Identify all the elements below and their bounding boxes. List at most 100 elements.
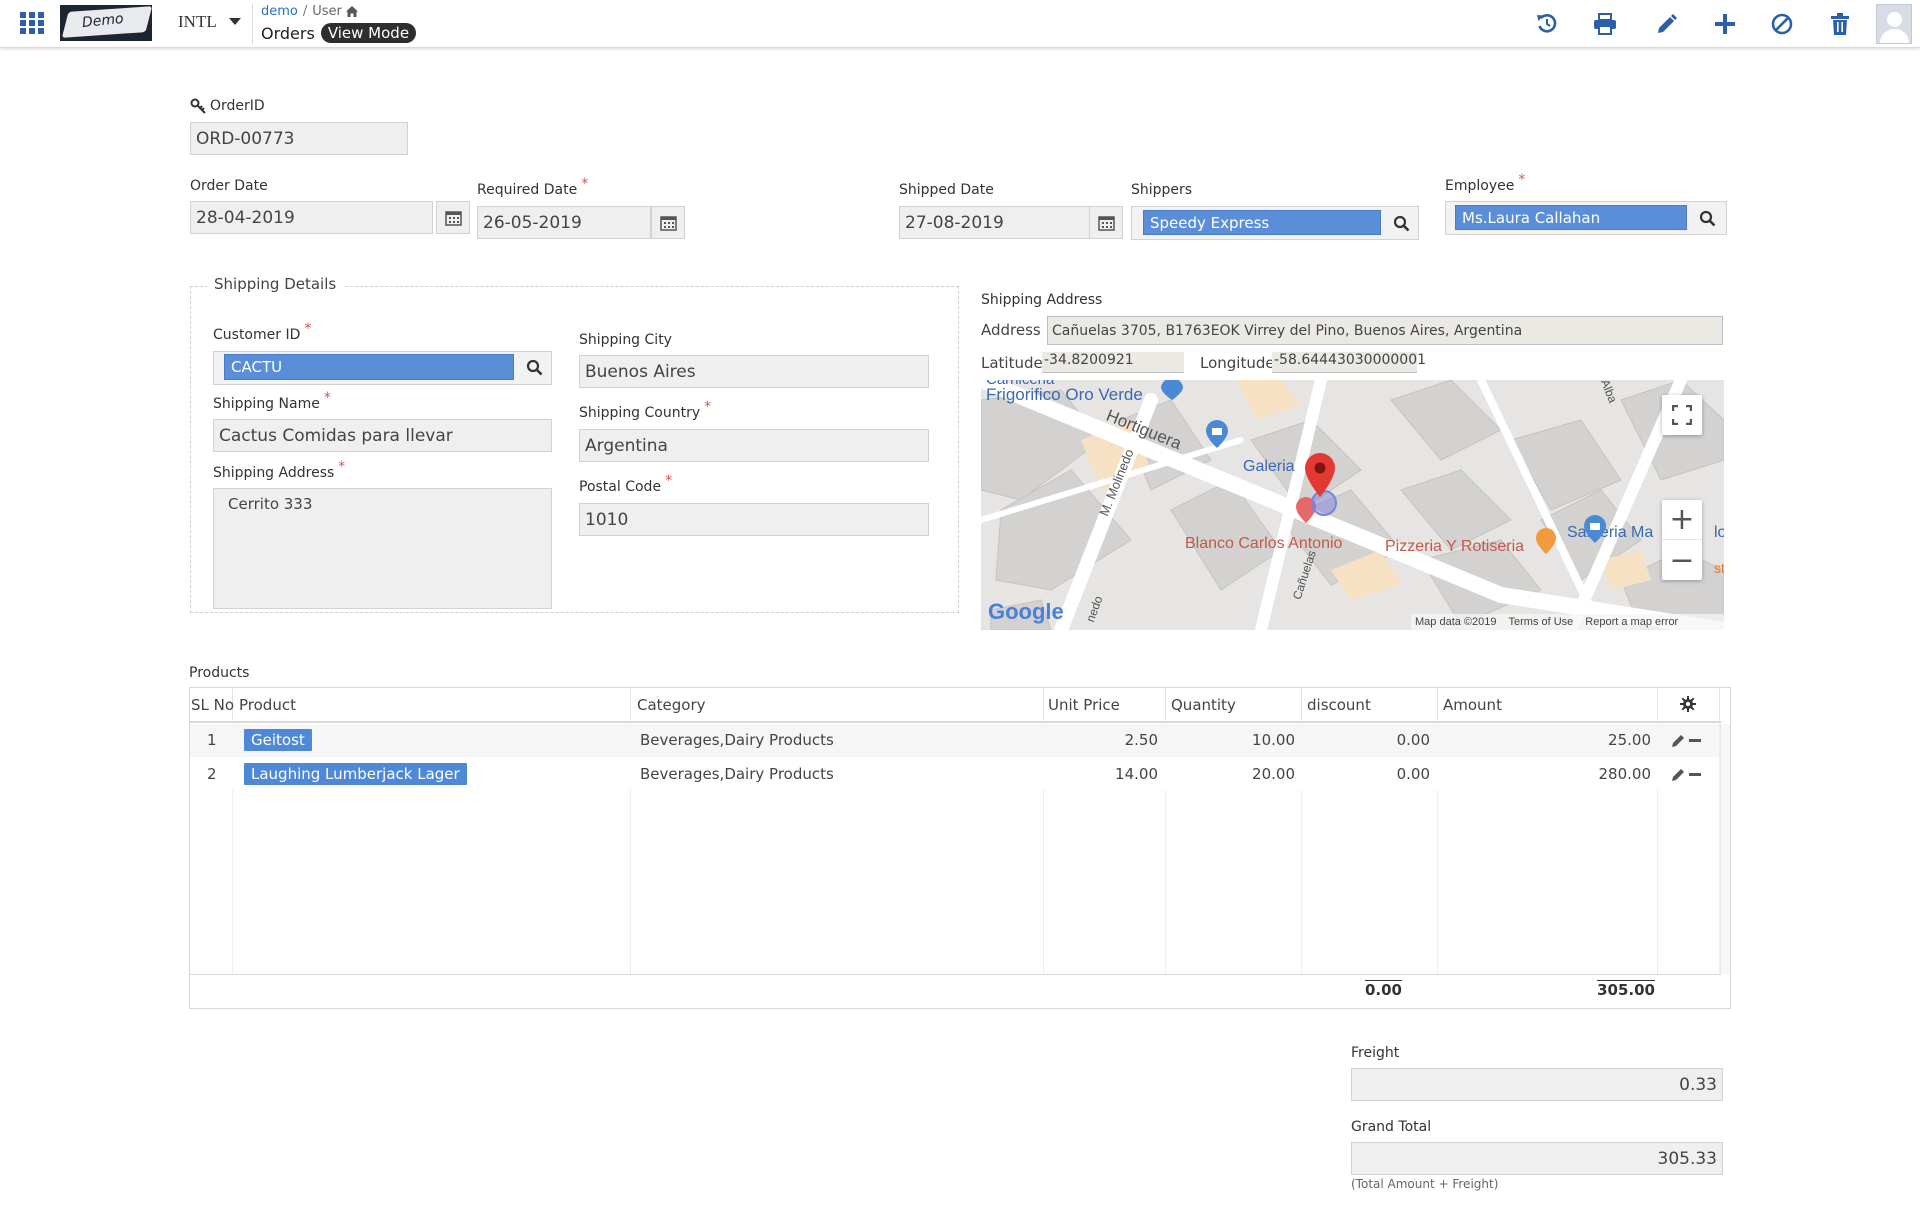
col-header-unit-price[interactable]: Unit Price <box>1048 696 1120 714</box>
required-asterisk: * <box>323 390 331 406</box>
top-bar: Demo INTL demo / User Orders View Mode <box>0 0 1920 48</box>
location-marker-icon[interactable] <box>1305 453 1335 497</box>
page-title: Orders <box>261 23 315 43</box>
shipped-date-picker[interactable] <box>1089 206 1123 239</box>
edit-row-icon[interactable] <box>1672 733 1686 747</box>
map-address-field[interactable]: Cañuelas 3705, B1763EOK Virrey del Pino,… <box>1047 316 1723 345</box>
order-id-field[interactable]: ORD-00773 <box>190 122 408 155</box>
place-lo: lo <box>1714 524 1724 541</box>
col-header-category[interactable]: Category <box>637 696 706 714</box>
map-address-value: Cañuelas 3705, B1763EOK Virrey del Pino,… <box>1052 322 1523 339</box>
trash-icon <box>1831 13 1849 35</box>
avatar[interactable] <box>1876 4 1912 44</box>
breadcrumb-root[interactable]: demo <box>261 4 298 19</box>
col-header-sl[interactable]: SL No <box>191 696 234 714</box>
breadcrumb-separator: / <box>302 4 308 19</box>
latitude-field[interactable]: -34.8200921 <box>1042 352 1184 373</box>
row-amount: 280.00 <box>1598 765 1652 783</box>
add-button[interactable] <box>1711 10 1739 38</box>
remove-row-icon[interactable] <box>1689 773 1701 776</box>
col-divider <box>1165 688 1166 722</box>
customer-search-button[interactable] <box>521 354 547 380</box>
order-date-field[interactable]: 28-04-2019 <box>190 201 433 234</box>
map-view[interactable]: Carniceria Frigorifico Oro Verde Hortigu… <box>981 380 1724 630</box>
remove-row-icon[interactable] <box>1689 739 1701 742</box>
col-header-product[interactable]: Product <box>239 696 296 714</box>
product-tag[interactable]: Laughing Lumberjack Lager <box>244 763 467 785</box>
mode-badge: View Mode <box>320 23 417 43</box>
fullscreen-button[interactable] <box>1662 395 1702 435</box>
order-date-label: Order Date <box>190 178 268 194</box>
print-icon <box>1594 13 1616 35</box>
total-amount-value: 305.00 <box>1597 980 1655 999</box>
shipping-address-label: Shipping Address <box>213 465 335 481</box>
required-asterisk: * <box>304 321 312 337</box>
city-field[interactable]: Buenos Aires <box>579 355 929 388</box>
undo-button[interactable] <box>1533 10 1561 38</box>
place-blanco: Blanco Carlos Antonio <box>1185 535 1343 552</box>
employee-search-button[interactable] <box>1694 205 1720 231</box>
shipping-name-label-wrap: Shipping Name * <box>213 390 331 412</box>
shipping-address-label-wrap: Shipping Address * <box>213 459 345 481</box>
shipped-date-field[interactable]: 27-08-2019 <box>899 206 1091 239</box>
col-header-amount[interactable]: Amount <box>1443 696 1502 714</box>
place-pizzeria: Pizzeria Y Rotiseria <box>1385 538 1525 555</box>
company-logo[interactable]: Demo <box>60 5 152 41</box>
required-asterisk: * <box>665 473 673 489</box>
breadcrumb-child[interactable]: User <box>312 4 342 19</box>
grand-total-field[interactable]: 305.33 <box>1351 1142 1723 1175</box>
gear-icon <box>1680 696 1696 712</box>
row-discount: 0.00 <box>1396 731 1430 749</box>
customer-id-tag[interactable]: CACTU <box>224 354 514 380</box>
ban-icon <box>1771 13 1793 35</box>
terms-link[interactable]: Terms of Use <box>1509 616 1574 628</box>
search-icon <box>1699 210 1715 226</box>
zoom-in-button[interactable]: + <box>1662 500 1702 540</box>
print-button[interactable] <box>1591 10 1619 38</box>
map-section-title: Shipping Address <box>981 292 1103 308</box>
postal-field[interactable]: 1010 <box>579 503 929 536</box>
shipping-address-textarea[interactable]: Cerrito 333 <box>213 488 552 609</box>
apps-grid-icon[interactable] <box>20 12 44 34</box>
home-icon[interactable] <box>345 6 358 17</box>
total-discount-value: 0.00 <box>1364 980 1402 999</box>
restaurant-pin-icon <box>1536 528 1556 554</box>
edit-row-icon[interactable] <box>1672 767 1686 781</box>
grid-settings-button[interactable] <box>1680 696 1698 714</box>
freight-label: Freight <box>1351 1045 1400 1061</box>
zoom-controls: + − <box>1662 500 1702 580</box>
edit-button[interactable] <box>1653 10 1681 38</box>
cancel-button[interactable] <box>1768 10 1796 38</box>
map-attribution: Map data ©2019 Terms of Use Report a map… <box>1411 614 1724 630</box>
product-tag[interactable]: Geitost <box>244 729 312 751</box>
col-header-quantity[interactable]: Quantity <box>1171 696 1236 714</box>
country-field[interactable]: Argentina <box>579 429 929 462</box>
required-date-picker[interactable] <box>651 206 685 239</box>
shipping-name-field[interactable]: Cactus Comidas para llevar <box>213 419 552 452</box>
grand-total-value: 305.33 <box>1657 1148 1717 1169</box>
zoom-out-button[interactable]: − <box>1662 540 1702 580</box>
map-canvas <box>981 380 1724 630</box>
row-discount: 0.00 <box>1396 765 1430 783</box>
required-asterisk: * <box>338 459 346 475</box>
search-icon <box>1393 215 1409 231</box>
app-switcher[interactable]: INTL <box>178 12 241 32</box>
employee-label: Employee <box>1445 178 1515 194</box>
grid-scrollbar[interactable] <box>1720 724 1730 974</box>
delete-button[interactable] <box>1826 10 1854 38</box>
employee-tag[interactable]: Ms.Laura Callahan <box>1455 205 1687 230</box>
freight-field[interactable]: 0.33 <box>1351 1068 1723 1101</box>
order-date-picker[interactable] <box>436 201 470 234</box>
calendar-icon <box>444 211 462 226</box>
shipper-tag[interactable]: Speedy Express <box>1143 210 1381 235</box>
calendar-icon <box>659 216 677 231</box>
google-logo: Google <box>988 599 1064 624</box>
longitude-field[interactable]: -58.64443030000001 <box>1272 352 1426 373</box>
required-date-field[interactable]: 26-05-2019 <box>477 206 651 239</box>
col-header-discount[interactable]: discount <box>1307 696 1371 714</box>
country-label: Shipping Country <box>579 405 701 421</box>
country-label-wrap: Shipping Country * <box>579 399 711 421</box>
report-map-error-link[interactable]: Report a map error <box>1585 616 1678 628</box>
caret-down-icon <box>228 18 241 25</box>
shipper-search-button[interactable] <box>1388 210 1414 236</box>
